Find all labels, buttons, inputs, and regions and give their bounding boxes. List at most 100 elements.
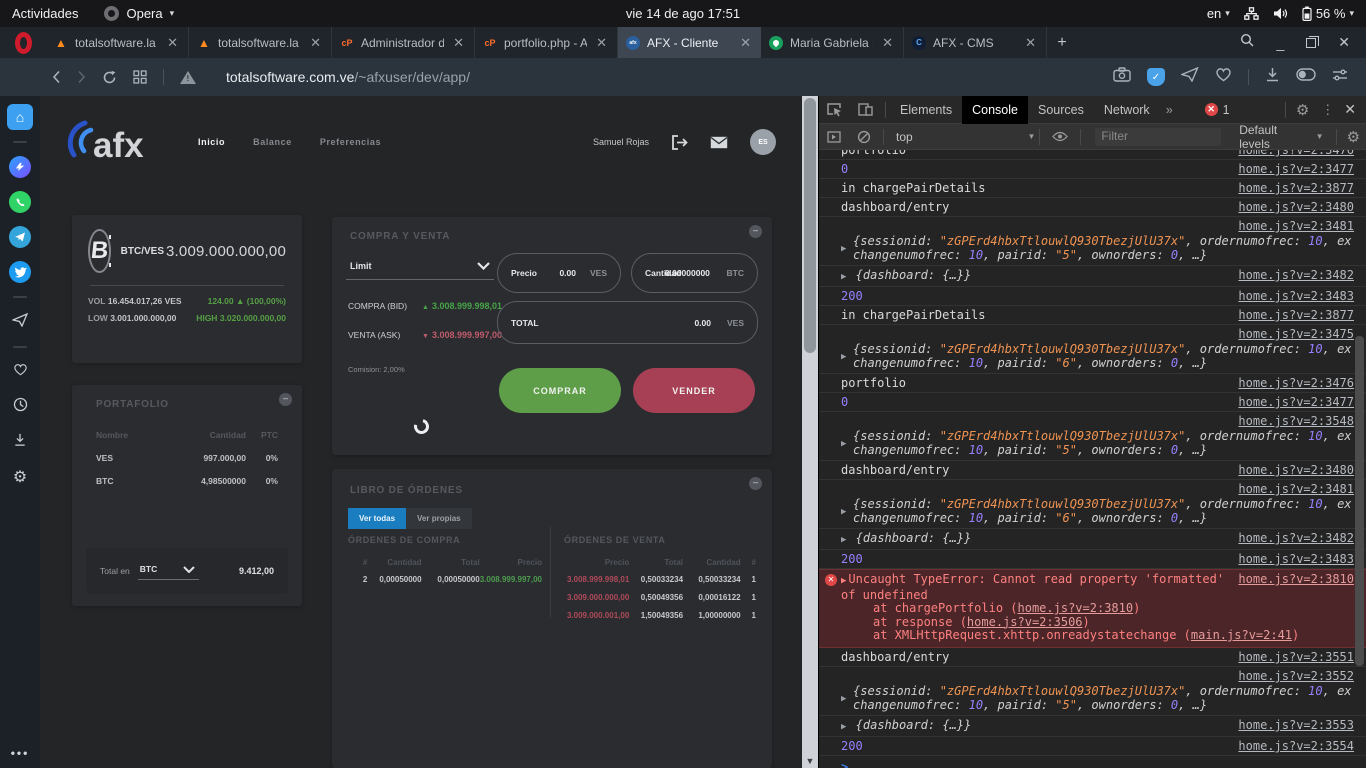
back-icon[interactable] [52, 70, 61, 84]
object-preview[interactable]: ▶ {dashboard: {…}} [841, 531, 971, 547]
source-link[interactable]: home.js?v=2:3553 [1238, 718, 1354, 732]
tab-search-icon[interactable] [1240, 33, 1254, 52]
url-field[interactable]: totalsoftware.com.ve/~afxuser/dev/app/ [226, 69, 470, 85]
source-link[interactable]: home.js?v=2:3548 [1238, 414, 1354, 428]
source-link[interactable]: home.js?v=2:3483 [1238, 289, 1354, 303]
devtools-scrollbar-thumb[interactable] [1355, 336, 1364, 666]
source-link[interactable]: home.js?v=2:3482 [1238, 268, 1354, 282]
source-link[interactable]: home.js?v=2:3483 [1238, 552, 1354, 566]
tiles-icon[interactable] [133, 70, 147, 84]
page-scrollbar[interactable]: ▼ [802, 96, 818, 768]
tab-close-icon[interactable]: ✕ [738, 35, 753, 51]
quantity-input[interactable]: Cantidad 0.00000000 BTC [631, 253, 758, 293]
tab-close-icon[interactable]: ✕ [594, 35, 609, 51]
collapse-icon[interactable]: – [749, 477, 762, 490]
object-preview[interactable]: ▶{sessionid: "zGPErd4hbxTtlouwlQ930Tbezj… [841, 429, 1354, 457]
browser-tab[interactable]: Maria Gabriela H✕ [761, 27, 904, 58]
logout-icon[interactable] [671, 135, 688, 150]
devtools-settings-icon[interactable]: ⚙ [1290, 101, 1315, 119]
tab-close-icon[interactable]: ✕ [880, 35, 895, 51]
tab-close-icon[interactable]: ✕ [1023, 35, 1038, 51]
buy-button[interactable]: COMPRAR [499, 368, 621, 413]
console-settings-icon[interactable]: ⚙ [1341, 128, 1366, 146]
source-link[interactable]: home.js?v=2:3481 [1238, 219, 1354, 233]
dock-more-icon[interactable]: ••• [11, 746, 30, 760]
object-preview[interactable]: ▶{sessionid: "zGPErd4hbxTtlouwlQ930Tbezj… [841, 497, 1354, 525]
dock-item-history[interactable] [7, 394, 33, 420]
nav-item-inicio[interactable]: Inicio [198, 137, 225, 147]
source-link[interactable]: home.js?v=2:3551 [1238, 650, 1354, 664]
sliders-icon[interactable] [1332, 68, 1348, 87]
devtools-close-icon[interactable]: ✕ [1340, 101, 1366, 118]
forward-icon[interactable] [77, 70, 86, 84]
collapse-icon[interactable]: – [279, 393, 292, 406]
tab-close-icon[interactable]: ✕ [308, 35, 323, 51]
dock-item-whatsapp[interactable] [7, 189, 33, 215]
dock-item-messenger[interactable] [7, 154, 33, 180]
heart-icon[interactable] [1215, 67, 1232, 87]
source-link[interactable]: home.js?v=2:3554 [1238, 739, 1354, 753]
nav-item-balance[interactable]: Balance [253, 137, 292, 147]
reload-icon[interactable] [102, 70, 117, 85]
send-icon[interactable] [1181, 67, 1199, 87]
tab-close-icon[interactable]: ✕ [451, 35, 466, 51]
source-link[interactable]: home.js?v=2:3476 [1238, 150, 1354, 157]
source-link[interactable]: home.js?v=2:3480 [1238, 463, 1354, 477]
error-count-badge[interactable]: ✕ 1 [1205, 103, 1230, 117]
browser-tab[interactable]: ▲totalsoftware.la✕ [189, 27, 332, 58]
scrollbar-thumb[interactable] [804, 98, 816, 353]
more-tabs-button[interactable]: » [1160, 103, 1179, 117]
devtools-tab-sources[interactable]: Sources [1028, 96, 1094, 124]
source-link[interactable]: home.js?v=2:3877 [1238, 308, 1354, 322]
new-tab-button[interactable]: + [1047, 27, 1077, 58]
object-preview[interactable]: ▶{sessionid: "zGPErd4hbxTtlouwlQ930Tbezj… [841, 342, 1354, 370]
source-link[interactable]: home.js?v=2:3810 [1238, 573, 1354, 587]
browser-tab[interactable]: cPAdministrador d✕ [332, 27, 475, 58]
dock-item-speed-dial[interactable]: ⌂ [7, 104, 33, 130]
console-sidebar-icon[interactable] [819, 131, 849, 143]
dock-item-telegram[interactable] [7, 224, 33, 250]
tab-close-icon[interactable]: ✕ [165, 35, 180, 51]
orderbook-tab-all[interactable]: Ver todas [348, 508, 406, 529]
window-close-button[interactable]: ✕ [1338, 34, 1350, 51]
clear-console-icon[interactable] [849, 130, 879, 144]
volume-icon[interactable] [1273, 7, 1288, 20]
order-type-select[interactable]: Limit [346, 257, 494, 280]
shield-check-icon[interactable]: ✓ [1147, 68, 1165, 86]
log-levels-select[interactable]: Default levels▼ [1231, 123, 1331, 151]
devtools-menu-icon[interactable]: ⋮ [1315, 102, 1340, 118]
warning-icon[interactable]: ! [180, 71, 196, 84]
source-link[interactable]: home.js?v=2:3481 [1238, 482, 1354, 496]
collapse-icon[interactable]: – [749, 225, 762, 238]
inspect-element-icon[interactable] [819, 102, 850, 117]
avatar[interactable]: ES [750, 129, 776, 155]
source-link[interactable]: home.js?v=2:3477 [1238, 162, 1354, 176]
total-input[interactable]: TOTAL 0.00 VES [497, 301, 758, 344]
filter-input[interactable]: Filter [1095, 128, 1221, 146]
camera-icon[interactable] [1113, 67, 1131, 87]
window-minimize-button[interactable]: _ [1276, 35, 1284, 51]
object-preview[interactable]: ▶ {dashboard: {…}} [841, 268, 971, 284]
context-select[interactable]: top▼ [888, 130, 1035, 144]
browser-tab[interactable]: CAFX - CMS✕ [904, 27, 1047, 58]
source-link[interactable]: home.js?v=2:3475 [1238, 327, 1354, 341]
app-menu-button[interactable]: Opera ▾ [104, 6, 174, 21]
source-link[interactable]: home.js?v=2:3476 [1238, 376, 1354, 390]
source-link[interactable]: home.js?v=2:3506 [967, 615, 1083, 629]
window-restore-button[interactable] [1306, 38, 1316, 48]
scroll-down-arrow-icon[interactable]: ▼ [802, 756, 818, 766]
browser-tab[interactable]: ▲totalsoftware.la✕ [46, 27, 189, 58]
browser-tab[interactable]: cPportfolio.php - A✕ [475, 27, 618, 58]
object-preview[interactable]: ▶ {dashboard: {…}} [841, 718, 971, 734]
device-toolbar-icon[interactable] [850, 102, 881, 117]
dock-item-flow[interactable] [7, 309, 33, 335]
source-link[interactable]: home.js?v=2:3877 [1238, 181, 1354, 195]
activities-button[interactable]: Actividades [12, 6, 78, 21]
nav-item-preferencias[interactable]: Preferencias [320, 137, 381, 147]
browser-tab[interactable]: afxAFX - Cliente✕ [618, 27, 761, 58]
dock-item-bookmarks[interactable] [7, 359, 33, 385]
total-currency-select[interactable]: BTC [138, 562, 199, 580]
devtools-tab-network[interactable]: Network [1094, 96, 1160, 124]
orderbook-tab-own[interactable]: Ver propias [406, 508, 472, 529]
console-prompt[interactable]: > [819, 756, 1366, 768]
